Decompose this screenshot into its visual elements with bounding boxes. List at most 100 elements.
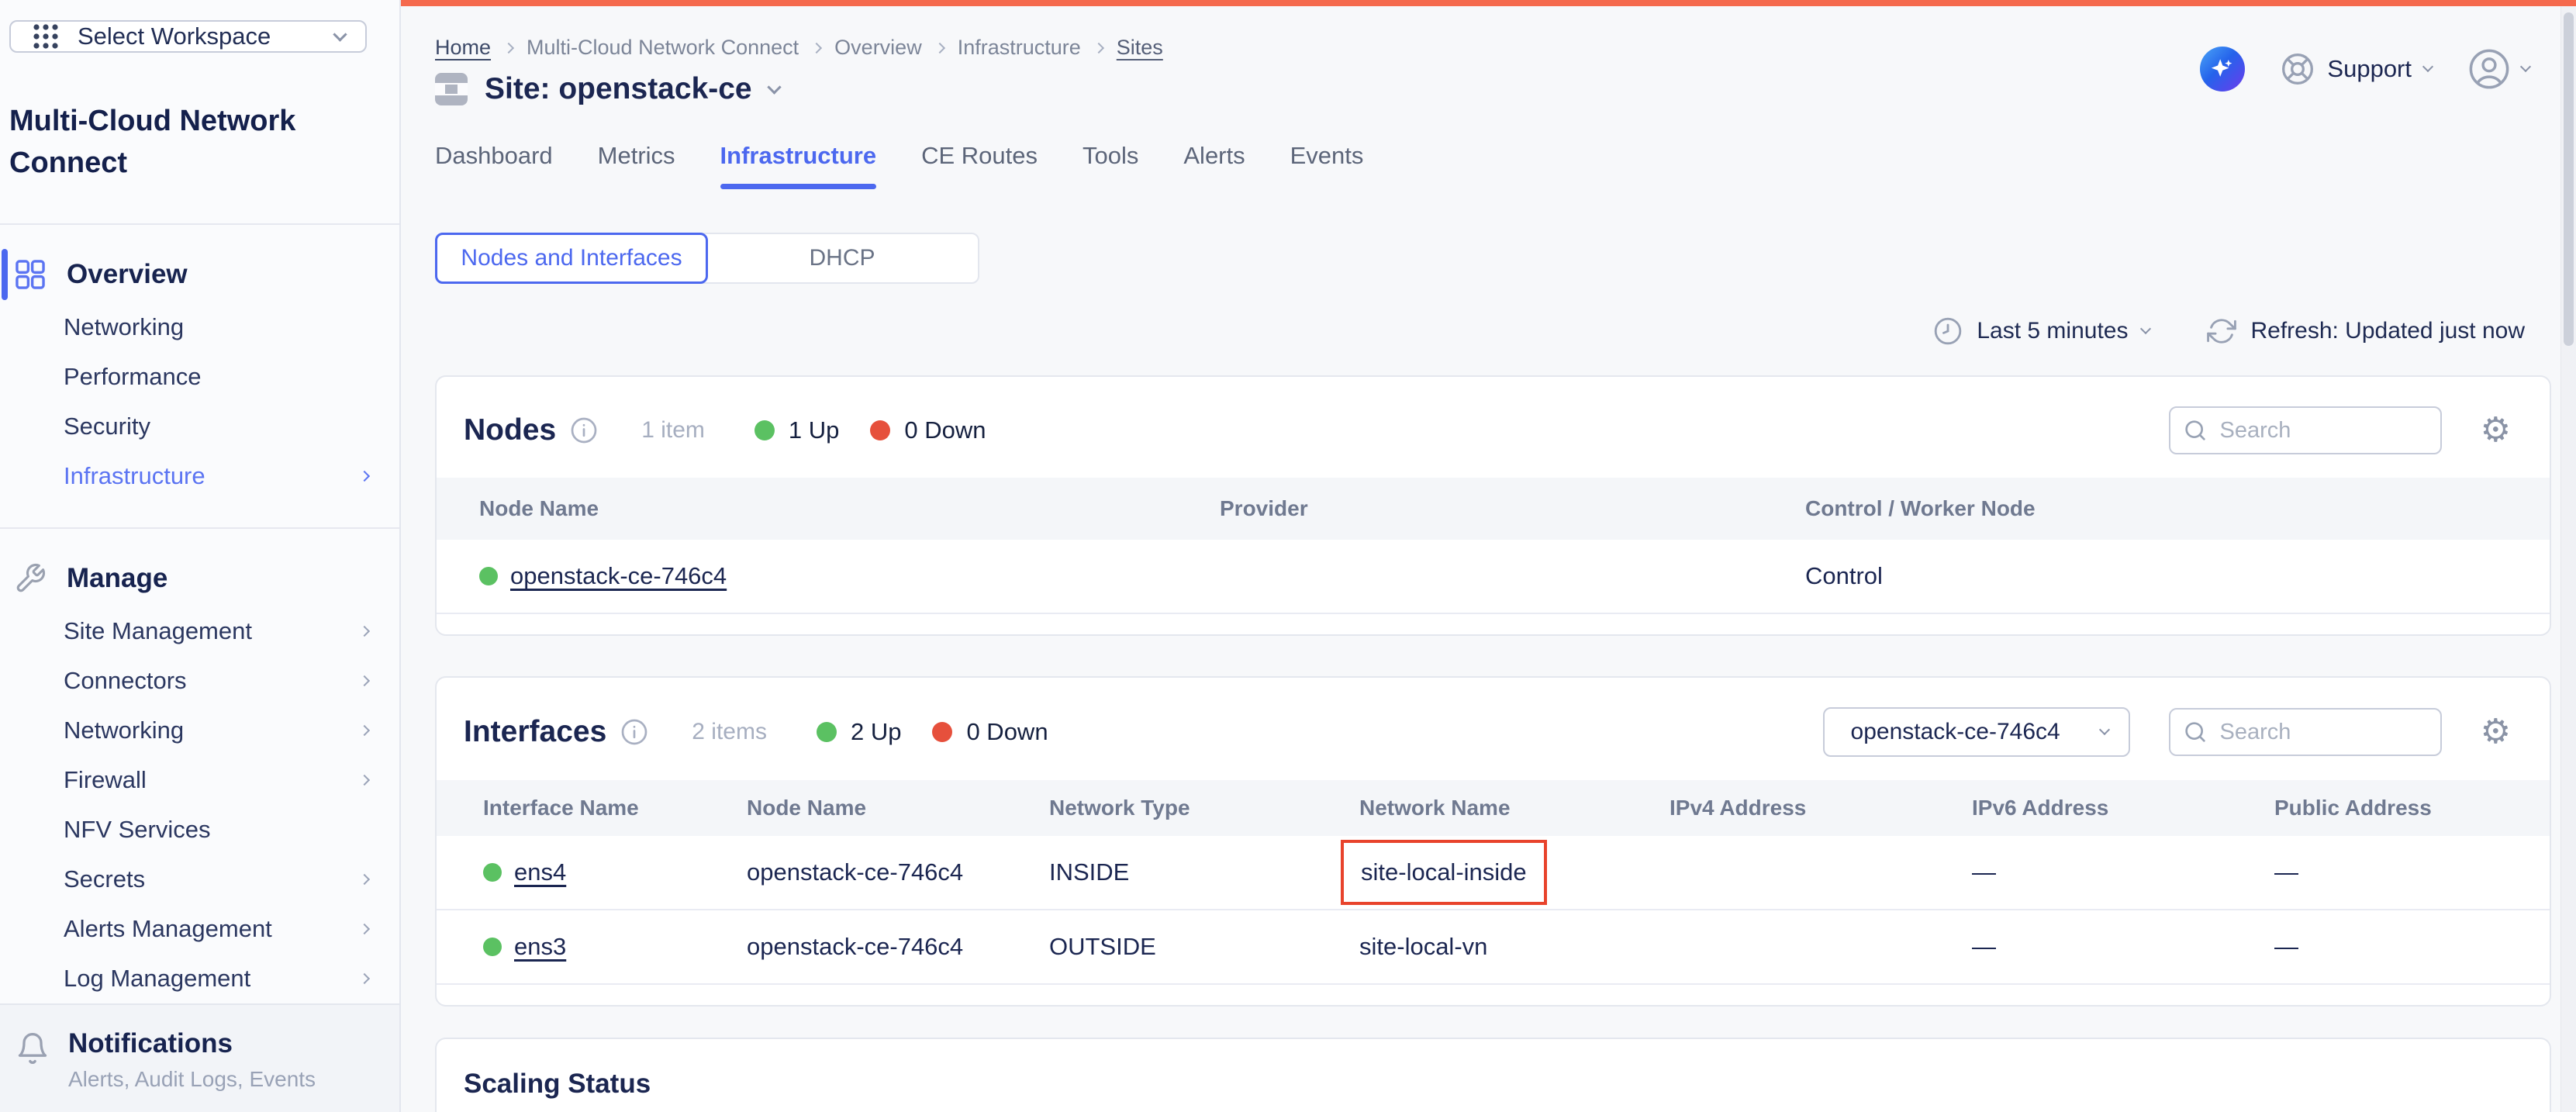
gear-icon[interactable]: ⚙: [2481, 715, 2511, 749]
sidebar-item-secrets[interactable]: Secrets: [0, 855, 399, 904]
refresh-icon: [2207, 316, 2236, 346]
sidebar-item-manage[interactable]: Manage: [0, 551, 399, 606]
nodes-item-count: 1 item: [641, 417, 705, 444]
wrench-icon: [14, 562, 47, 595]
down-status-dot: [932, 722, 952, 742]
sidebar-item-alerts-management[interactable]: Alerts Management: [0, 904, 399, 954]
sidebar-item-site-management[interactable]: Site Management: [0, 606, 399, 656]
tab-events[interactable]: Events: [1290, 142, 1364, 189]
interface-network-type: INSIDE: [1049, 858, 1359, 886]
column-header: Public Address: [2274, 796, 2550, 820]
highlight-box: site-local-inside: [1341, 840, 1547, 905]
interface-ipv6: —: [1972, 933, 2274, 961]
time-range-label: Last 5 minutes: [1977, 318, 2128, 344]
node-role: Control: [1805, 562, 2550, 590]
sidebar-item-networking[interactable]: Networking: [0, 302, 399, 352]
search-icon: [2183, 720, 2208, 744]
chevron-right-icon: [934, 42, 945, 53]
tab-ce-routes[interactable]: CE Routes: [921, 142, 1038, 189]
nodes-search-input[interactable]: [2169, 406, 2442, 454]
workspace-selector[interactable]: Select Workspace: [9, 20, 367, 53]
sidebar-item-label: Performance: [64, 363, 201, 391]
interface-name-link[interactable]: ens3: [514, 933, 566, 961]
sidebar-item-firewall[interactable]: Firewall: [0, 755, 399, 805]
chevron-right-icon: [503, 42, 514, 53]
info-icon[interactable]: [570, 416, 598, 444]
column-header: Network Name: [1359, 796, 1670, 820]
ai-assistant-button[interactable]: [2200, 47, 2245, 92]
gear-icon[interactable]: ⚙: [2481, 413, 2511, 447]
chevron-down-icon: [2140, 323, 2151, 334]
sidebar-notifications[interactable]: Notifications Alerts, Audit Logs, Events: [0, 1003, 399, 1112]
nodes-up-status: 1 Up: [754, 416, 839, 444]
sidebar-item-log-management[interactable]: Log Management: [0, 954, 399, 1003]
sidebar-item-label: Networking: [64, 717, 184, 744]
interface-network-name: site-local-vn: [1359, 933, 1670, 961]
interface-status-dot: [483, 863, 502, 882]
subtab-dhcp[interactable]: DHCP: [706, 234, 978, 282]
tab-alerts[interactable]: Alerts: [1183, 142, 1245, 189]
support-menu[interactable]: Support: [2281, 52, 2432, 86]
sidebar-item-label: Networking: [64, 313, 184, 341]
scaling-status-panel: Scaling Status: [435, 1038, 2551, 1112]
scrollbar-thumb[interactable]: [2564, 12, 2574, 346]
node-name-link[interactable]: openstack-ce-746c4: [510, 562, 727, 590]
interface-status-dot: [483, 938, 502, 956]
site-icon: [435, 73, 468, 105]
tab-tools[interactable]: Tools: [1083, 142, 1138, 189]
up-status-dot: [754, 420, 775, 440]
sidebar-item-performance[interactable]: Performance: [0, 352, 399, 402]
sidebar-item-connectors[interactable]: Connectors: [0, 656, 399, 706]
breadcrumb-mcn-connect[interactable]: Multi-Cloud Network Connect: [527, 36, 799, 60]
interface-node-name: openstack-ce-746c4: [747, 933, 1049, 961]
sparkle-icon: [2209, 56, 2236, 82]
notifications-title: Notifications: [68, 1028, 316, 1059]
interface-name-link[interactable]: ens4: [514, 858, 566, 886]
nodes-down-status: 0 Down: [870, 416, 986, 444]
refresh-control[interactable]: Refresh: Updated just now: [2207, 316, 2525, 346]
column-header: Node Name: [479, 496, 1220, 521]
chevron-right-icon: [359, 675, 370, 686]
overview-grid-icon: [14, 258, 47, 291]
chevron-right-icon: [359, 471, 370, 482]
sidebar-item-security[interactable]: Security: [0, 402, 399, 451]
node-status-dot: [479, 567, 498, 585]
sidebar-item-label: Connectors: [64, 667, 187, 695]
interface-network-type: OUTSIDE: [1049, 933, 1359, 961]
sidebar-item-infrastructure[interactable]: Infrastructure: [0, 451, 399, 501]
tab-infrastructure[interactable]: Infrastructure: [720, 142, 877, 189]
account-menu[interactable]: [2467, 47, 2529, 91]
subtab-nodes-and-interfaces[interactable]: Nodes and Interfaces: [435, 233, 708, 284]
interfaces-search: [2169, 708, 2442, 756]
breadcrumb-sites[interactable]: Sites: [1117, 36, 1163, 60]
notifications-subtitle: Alerts, Audit Logs, Events: [68, 1067, 316, 1092]
nodes-table-header: Node Name Provider Control / Worker Node: [437, 478, 2550, 540]
tab-dashboard[interactable]: Dashboard: [435, 142, 553, 189]
breadcrumb-overview[interactable]: Overview: [834, 36, 922, 60]
avatar-icon: [2467, 47, 2511, 91]
main-content: Home Multi-Cloud Network Connect Overvie…: [401, 0, 2576, 1112]
sidebar-item-overview[interactable]: Overview: [0, 247, 399, 302]
sidebar-item-label: Site Management: [64, 617, 252, 645]
down-status-dot: [870, 420, 890, 440]
sidebar-item-nfv-services[interactable]: NFV Services: [0, 805, 399, 855]
node-filter-select[interactable]: openstack-ce-746c4: [1823, 707, 2130, 757]
chevron-down-icon: [2520, 61, 2531, 72]
tab-metrics[interactable]: Metrics: [598, 142, 675, 189]
interface-public-address: —: [2274, 858, 2550, 886]
table-row: ens3 openstack-ce-746c4 OUTSIDE site-loc…: [437, 910, 2550, 985]
interfaces-search-input[interactable]: [2169, 708, 2442, 756]
clock-icon: [1933, 316, 1963, 346]
interfaces-panel-header: Interfaces 2 items 2 Up 0 Down openstack…: [437, 678, 2550, 780]
nodes-panel: Nodes 1 item 1 Up 0 Down: [435, 375, 2551, 636]
chevron-down-icon[interactable]: [767, 80, 781, 94]
breadcrumb-home[interactable]: Home: [435, 36, 491, 60]
interface-ipv6: —: [1972, 858, 2274, 886]
workspace-selector-label: Select Workspace: [78, 22, 271, 50]
vertical-scrollbar[interactable]: [2560, 6, 2576, 1112]
interfaces-panel-title: Interfaces: [464, 715, 606, 749]
time-range-selector[interactable]: Last 5 minutes: [1933, 316, 2150, 346]
breadcrumb-infrastructure[interactable]: Infrastructure: [958, 36, 1081, 60]
sidebar-item-networking-manage[interactable]: Networking: [0, 706, 399, 755]
info-icon[interactable]: [620, 718, 648, 746]
